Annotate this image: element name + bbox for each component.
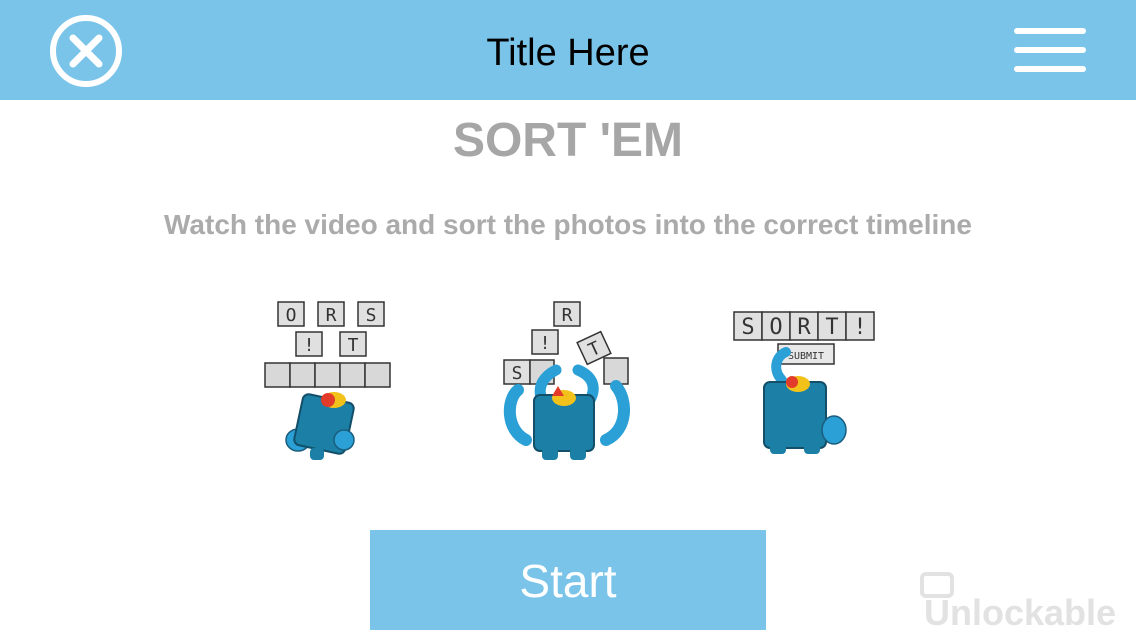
step-2-illustration: R ! S T: [503, 301, 631, 460]
game-title: SORT 'EM: [452, 114, 684, 167]
header-bar: Title Here: [0, 0, 1136, 100]
tile-letter: !: [540, 333, 551, 354]
page-title: Title Here: [486, 32, 650, 74]
step-3-illustration: S O R T ! SUBMIT: [733, 311, 875, 454]
tile-letter: !: [304, 335, 315, 356]
tile-letter: R: [326, 305, 337, 326]
tile-letter: T: [825, 315, 838, 340]
tile-letter: R: [797, 315, 811, 340]
tile-letter: S: [366, 305, 377, 326]
tile-letter: !: [853, 315, 866, 340]
tile-letter: R: [562, 305, 573, 326]
tile-letter: T: [348, 335, 359, 356]
tile-letter: O: [769, 315, 782, 340]
tile-letter: S: [741, 315, 754, 340]
submit-label: SUBMIT: [788, 351, 824, 362]
tile-letter: O: [286, 305, 297, 326]
start-button[interactable]: Start: [370, 530, 766, 630]
instructions-text: Watch the video and sort the photos into…: [164, 209, 972, 240]
tile-letter: S: [512, 363, 523, 384]
hamburger-menu-icon[interactable]: [1010, 22, 1090, 78]
step-1-illustration: O R S ! T: [264, 301, 391, 460]
watermark: Unlockable: [924, 592, 1117, 633]
